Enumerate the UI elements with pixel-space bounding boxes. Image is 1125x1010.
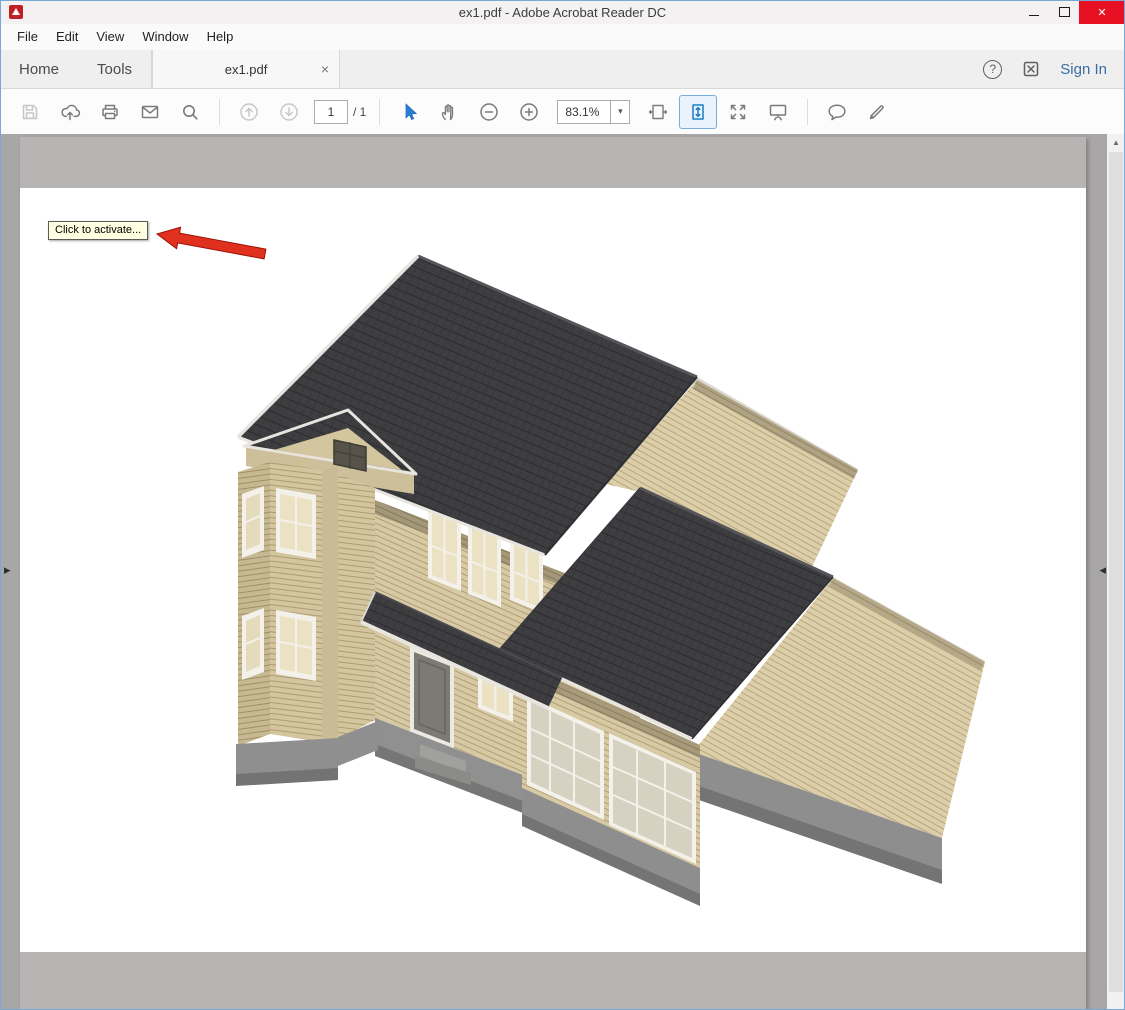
page-up-icon	[238, 101, 260, 123]
cloud-upload-icon	[59, 101, 81, 123]
zoom-dropdown-caret-icon[interactable]: ▾	[610, 101, 629, 123]
save-button[interactable]	[11, 95, 49, 129]
menu-help[interactable]: Help	[198, 24, 243, 50]
cursor-arrow-icon	[398, 101, 420, 123]
right-pane-toggle[interactable]: ◂	[1099, 562, 1106, 578]
fit-width-icon	[647, 101, 669, 123]
popout-window-icon[interactable]	[1022, 60, 1040, 78]
tabbar-right-cluster: ? Sign In	[983, 50, 1125, 88]
zoom-in-icon	[518, 101, 540, 123]
menu-window[interactable]: Window	[133, 24, 197, 50]
3d-annotation-poster[interactable]: Click to activate...	[20, 188, 1086, 952]
house-rendering	[20, 188, 1086, 952]
document-tab-close-icon[interactable]: ×	[321, 61, 329, 77]
print-button[interactable]	[91, 95, 129, 129]
select-tool-button[interactable]	[390, 95, 428, 129]
toolbar-divider	[219, 99, 220, 125]
hand-tool-button[interactable]	[430, 95, 468, 129]
menubar: File Edit View Window Help	[0, 24, 1125, 50]
search-icon	[179, 101, 201, 123]
fit-page-icon	[687, 101, 709, 123]
zoom-value: 83.1%	[558, 105, 610, 119]
window-title: ex1.pdf - Adobe Acrobat Reader DC	[0, 5, 1125, 20]
comment-bubble-icon	[826, 101, 848, 123]
zoom-out-button[interactable]	[470, 95, 508, 129]
zoom-control[interactable]: 83.1% ▾	[557, 100, 630, 124]
poster-letterbox-top	[20, 137, 1086, 188]
toolbar: / 1 83.1% ▾	[0, 89, 1125, 135]
previous-page-button[interactable]	[230, 95, 268, 129]
hand-icon	[438, 101, 460, 123]
window-controls: ✕	[1019, 0, 1125, 24]
tab-home[interactable]: Home	[0, 50, 78, 88]
vertical-scrollbar[interactable]: ▲	[1107, 134, 1125, 1010]
fullscreen-icon	[727, 101, 749, 123]
envelope-icon	[139, 101, 161, 123]
email-button[interactable]	[131, 95, 169, 129]
menu-view[interactable]: View	[87, 24, 133, 50]
help-icon[interactable]: ?	[983, 60, 1002, 79]
tab-document[interactable]: ex1.pdf ×	[152, 50, 340, 88]
left-pane-toggle[interactable]: ▸	[4, 562, 11, 578]
scrollbar-thumb[interactable]	[1109, 152, 1123, 992]
document-tab-label: ex1.pdf	[225, 62, 268, 77]
zoom-in-button[interactable]	[510, 95, 548, 129]
comment-button[interactable]	[818, 95, 856, 129]
zoom-out-icon	[478, 101, 500, 123]
fullscreen-button[interactable]	[719, 95, 757, 129]
sign-in-button[interactable]: Sign In	[1060, 61, 1107, 78]
page-down-icon	[278, 101, 300, 123]
search-button[interactable]	[171, 95, 209, 129]
presentation-button[interactable]	[759, 95, 797, 129]
page-count-label: / 1	[353, 105, 366, 119]
activate-tooltip: Click to activate...	[48, 221, 148, 240]
minimize-button[interactable]	[1019, 0, 1049, 24]
toolbar-divider	[807, 99, 808, 125]
maximize-button[interactable]	[1049, 0, 1079, 24]
tab-tools[interactable]: Tools	[78, 50, 151, 88]
close-button[interactable]: ✕	[1079, 0, 1125, 24]
red-arrow	[157, 227, 266, 259]
fit-page-button[interactable]	[679, 95, 717, 129]
pdf-page: Click to activate...	[20, 137, 1086, 1010]
scroll-up-icon[interactable]: ▲	[1107, 134, 1125, 151]
tabbar: Home Tools ex1.pdf × ? Sign In	[0, 50, 1125, 89]
presentation-screen-icon	[767, 101, 789, 123]
fit-width-button[interactable]	[639, 95, 677, 129]
highlighter-pen-icon	[866, 101, 888, 123]
menu-edit[interactable]: Edit	[47, 24, 87, 50]
next-page-button[interactable]	[270, 95, 308, 129]
toolbar-divider	[379, 99, 380, 125]
highlight-button[interactable]	[858, 95, 896, 129]
page-number-input[interactable]	[314, 100, 348, 124]
titlebar: ex1.pdf - Adobe Acrobat Reader DC ✕	[0, 0, 1125, 24]
poster-letterbox-bottom	[20, 952, 1086, 1010]
print-icon	[99, 101, 121, 123]
share-cloud-button[interactable]	[51, 95, 89, 129]
menu-file[interactable]: File	[8, 24, 47, 50]
save-icon	[19, 101, 41, 123]
document-canvas: Click to activate... ▲ ▸ ◂	[0, 134, 1125, 1010]
